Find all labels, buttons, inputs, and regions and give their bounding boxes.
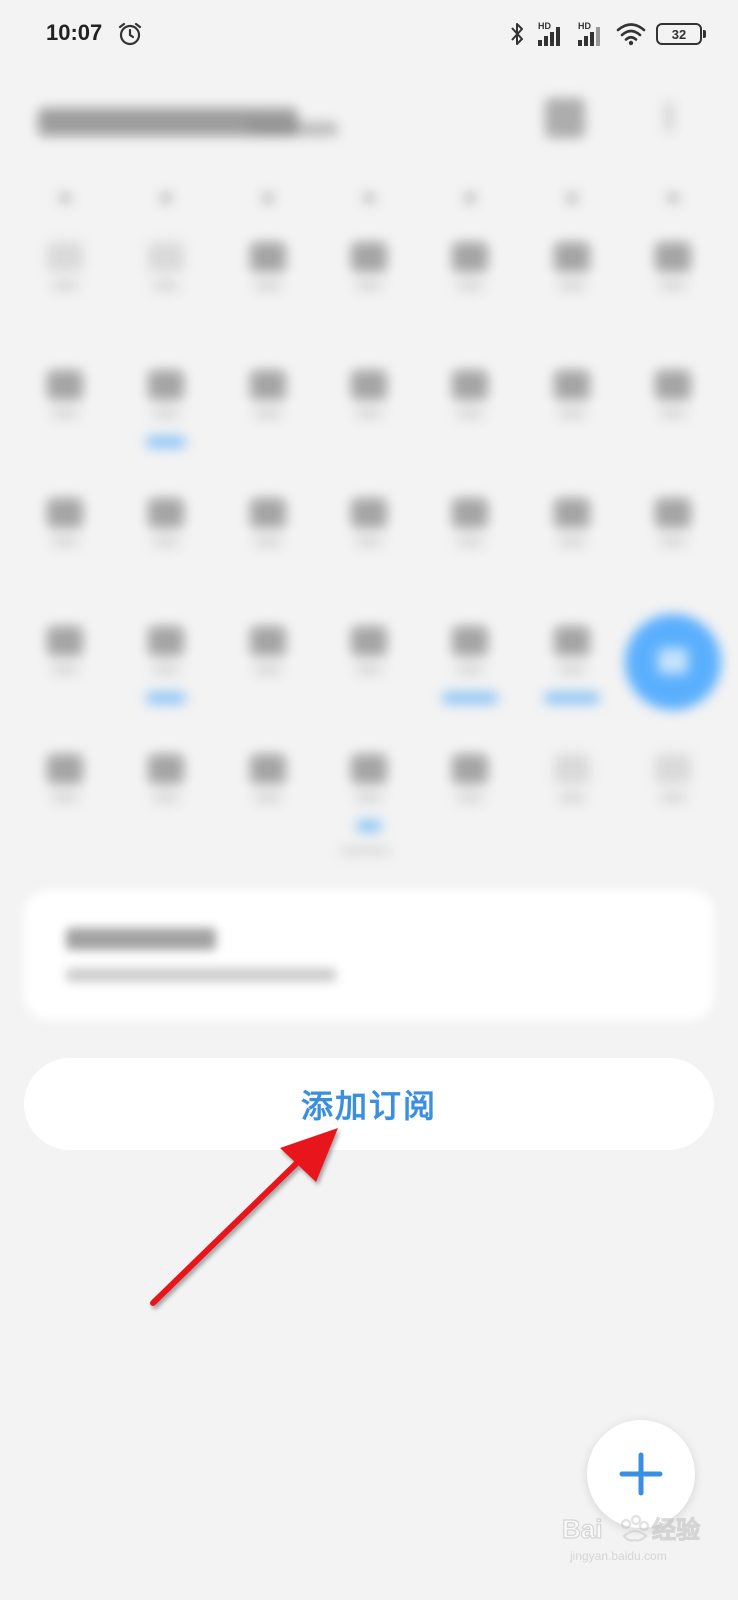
svg-text:jingyan.baidu.com: jingyan.baidu.com xyxy=(569,1549,667,1563)
calendar-week-row xyxy=(14,604,724,710)
hd-label-1: HD xyxy=(538,21,551,31)
today-icon-blurred xyxy=(545,98,585,138)
event-card-blurred xyxy=(24,890,714,1020)
status-icons: HD HD 32 xyxy=(508,18,706,50)
status-time: 10:07 xyxy=(46,20,103,45)
calendar-month-title-blurred xyxy=(38,102,348,144)
hd-label-2: HD xyxy=(578,21,591,31)
more-icon-blurred xyxy=(665,102,673,132)
add-subscription-button[interactable]: 添加订阅 xyxy=(24,1058,714,1150)
battery-level: 32 xyxy=(671,26,687,42)
battery-indicator: 32 xyxy=(656,23,706,45)
calendar-week-row xyxy=(14,348,724,448)
calendar-week-row xyxy=(14,220,724,320)
svg-text:经验: 经验 xyxy=(652,1516,700,1544)
signal-hd-icon-2: HD xyxy=(578,21,600,46)
calendar-drag-handle xyxy=(340,848,390,854)
signal-hd-icon-1: HD xyxy=(538,21,560,46)
svg-text:Bai: Bai xyxy=(562,1514,602,1544)
weekday-header-blurred xyxy=(14,190,724,208)
plus-icon xyxy=(619,1452,663,1496)
calendar-week-row xyxy=(14,476,724,576)
calendar-week-row xyxy=(14,732,724,832)
baidu-watermark-logo: Bai 经验 jingyan.baidu.com xyxy=(561,1513,700,1563)
wifi-icon xyxy=(616,23,646,46)
calendar-today-blurred xyxy=(623,604,724,710)
alarm-clock-icon xyxy=(118,22,142,46)
bluetooth-icon xyxy=(511,23,523,45)
calendar-month-view-blurred xyxy=(0,70,738,870)
status-bar: 10:07 HD HD 32 xyxy=(0,0,738,70)
